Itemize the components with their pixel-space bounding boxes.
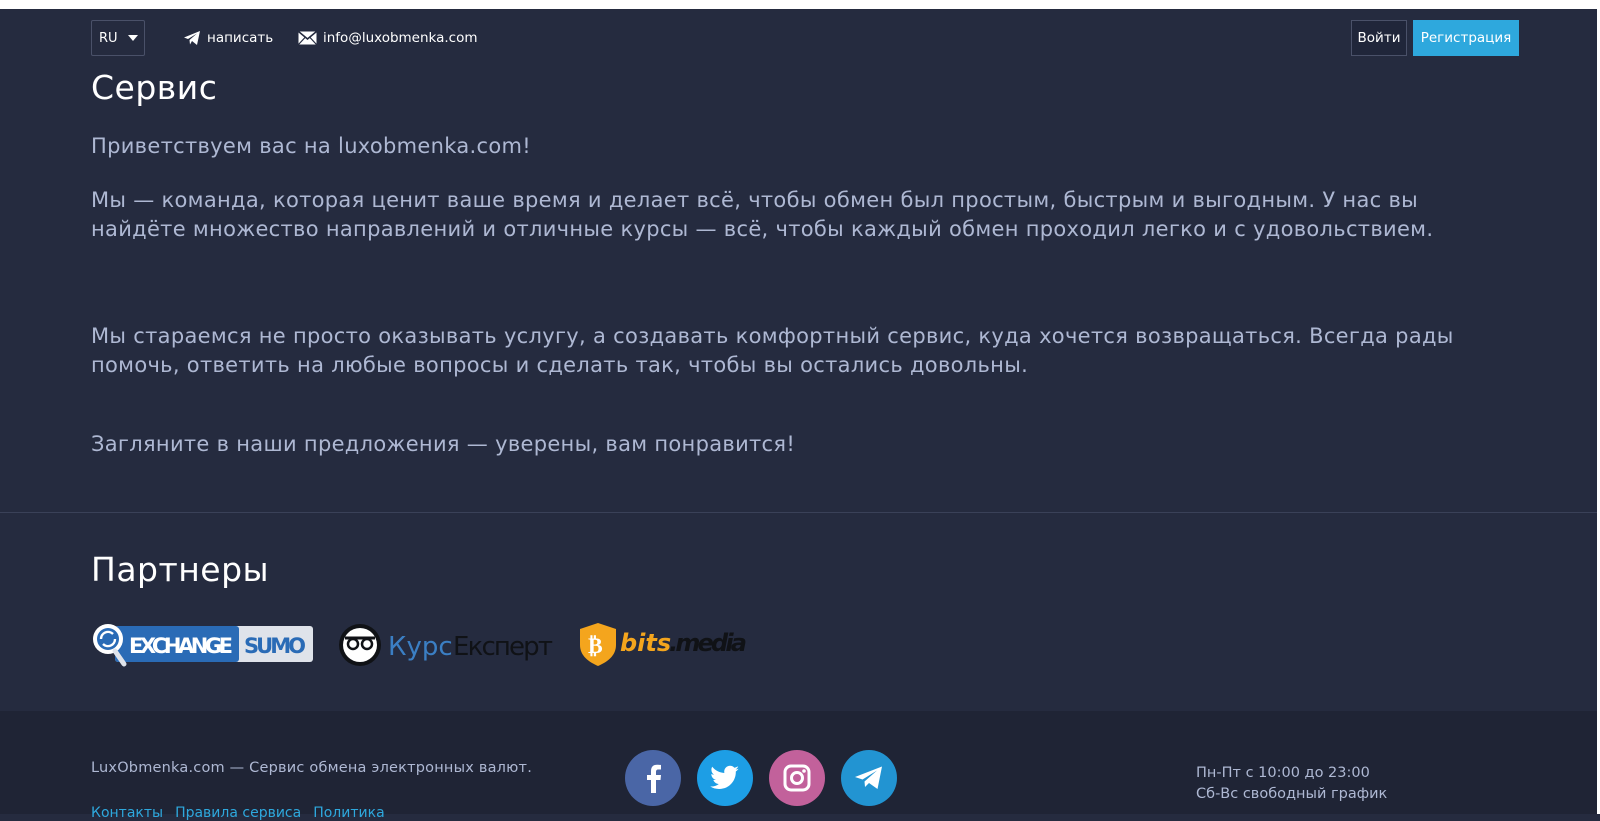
register-button[interactable]: Регистрация xyxy=(1413,20,1519,56)
facebook-icon[interactable] xyxy=(625,750,681,806)
section-divider xyxy=(0,512,1597,513)
service-paragraph: Приветствуем вас на luxobmenka.com! xyxy=(91,134,531,158)
login-button[interactable]: Войти xyxy=(1351,20,1407,56)
partner-logo-bitsmedia[interactable]: ₿ bits .media xyxy=(579,621,749,667)
footer-description: LuxObmenka.com — Сервис обмена электронн… xyxy=(91,760,533,776)
partner-logo-exchangesumo[interactable]: EXCHANGE SUMO xyxy=(91,620,313,668)
write-link-label: написать xyxy=(207,30,274,46)
service-title: Сервис xyxy=(91,68,218,107)
footer-links: Контакты Правила сервиса Политика xyxy=(91,805,385,821)
footer-link-rules[interactable]: Правила сервиса xyxy=(175,805,301,821)
service-paragraph: Мы стараемся не просто оказывать услугу,… xyxy=(91,324,1454,377)
working-hours: Пн-Пт с 10:00 до 23:00 Сб-Вс свободный г… xyxy=(1196,763,1387,805)
telegram-plane-icon xyxy=(183,30,201,46)
footer-link-policy[interactable]: Политика xyxy=(313,805,384,821)
language-value: RU xyxy=(99,30,118,46)
service-paragraph: Загляните в наши предложения — уверены, … xyxy=(91,432,796,456)
kursexpert-text-a: Курс xyxy=(388,632,453,662)
kursexpert-text-b: Експерт xyxy=(453,632,553,662)
chevron-down-icon xyxy=(127,35,138,41)
email-address: info@luxobmenka.com xyxy=(323,30,478,46)
schedule-weekend: Сб-Вс свободный график xyxy=(1196,786,1388,802)
browser-top-edge xyxy=(0,0,1600,9)
language-select[interactable]: RU xyxy=(91,20,145,56)
schedule-weekdays: Пн-Пт с 10:00 до 23:00 xyxy=(1196,765,1370,781)
bitcoin-icon: ₿ xyxy=(588,634,603,659)
footer-link-contacts[interactable]: Контакты xyxy=(91,805,163,821)
bitsmedia-text-a: bits xyxy=(620,629,671,657)
bitsmedia-text-b: .media xyxy=(669,629,747,657)
envelope-icon xyxy=(298,31,317,45)
email-link[interactable]: info@luxobmenka.com xyxy=(298,28,478,48)
partners-title: Партнеры xyxy=(91,550,270,589)
twitter-icon[interactable] xyxy=(697,750,753,806)
exchangesumo-text-a: EXCHANGE xyxy=(129,634,233,658)
service-paragraph: Мы — команда, которая ценит ваше время и… xyxy=(91,188,1434,241)
telegram-icon[interactable] xyxy=(841,750,897,806)
instagram-icon[interactable] xyxy=(769,750,825,806)
partner-logo-kursexpert[interactable]: Курс Експерт xyxy=(337,622,555,668)
exchangesumo-text-b: SUMO xyxy=(244,634,306,658)
write-link[interactable]: написать xyxy=(183,28,273,48)
